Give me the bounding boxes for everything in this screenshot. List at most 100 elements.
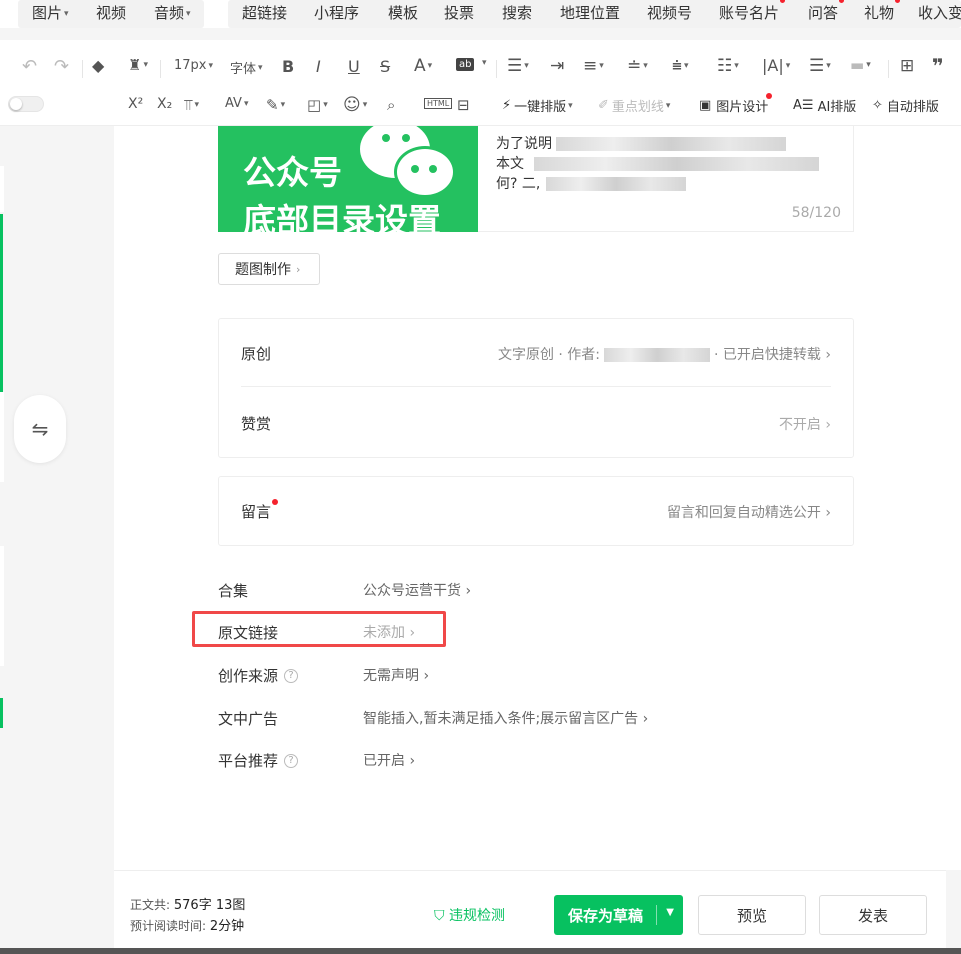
- article-settings-panel: 公众号 底部目录设置 为了说明 本文 何? 二, 58/120 题图制作 › 原创…: [114, 126, 961, 870]
- collection-row[interactable]: 合集 公众号运营干货 ›: [218, 580, 471, 601]
- toolbar-divider: [82, 60, 83, 78]
- one-click-layout-button[interactable]: ⚡ 一键排版 ▾: [502, 96, 573, 115]
- panel-edge: [0, 546, 4, 666]
- menu-income[interactable]: 收入变: [918, 2, 961, 23]
- ai-text-icon: A☰: [793, 98, 814, 113]
- swap-arrows-icon[interactable]: ⇋: [14, 395, 66, 463]
- chevron-right-icon: ›: [296, 262, 301, 276]
- eraser-icon[interactable]: ◆: [92, 56, 104, 75]
- marker-icon: ✐: [598, 98, 609, 113]
- block-icon[interactable]: ▬ ▾: [850, 56, 871, 74]
- center-align-icon[interactable]: ≡ ▾: [583, 56, 604, 76]
- strikethrough-icon[interactable]: S: [380, 57, 390, 76]
- toolbar-toggle-switch[interactable]: [8, 96, 44, 112]
- help-icon[interactable]: ?: [284, 668, 299, 683]
- chevron-right-icon: ›: [825, 346, 831, 363]
- letter-spacing-icon[interactable]: |A| ▾: [762, 56, 790, 75]
- paragraph-spacing-icon[interactable]: ⩧ ▾: [672, 56, 688, 76]
- html-icon[interactable]: HTML: [424, 98, 453, 109]
- key-underline-button[interactable]: ✐ 重点划线 ▾: [598, 96, 670, 115]
- divider: [241, 386, 831, 387]
- redo-icon[interactable]: ↷: [54, 56, 69, 77]
- help-icon[interactable]: ?: [284, 753, 299, 768]
- indent-icon[interactable]: ⇥: [550, 56, 564, 76]
- image-icon: ▣: [699, 98, 712, 113]
- summary-field[interactable]: 为了说明 本文 何? 二, 58/120: [478, 126, 854, 232]
- chevron-right-icon: ›: [820, 504, 831, 521]
- bottom-action-bar: 正文共: 576字 13图 预计阅读时间: 2分钟 ⛉ 违规检测 保存为草稿 ▼…: [114, 870, 946, 948]
- reward-label: 赞赏: [241, 415, 272, 433]
- font-family-select[interactable]: 字体 ▾: [230, 58, 263, 77]
- vertical-align-icon[interactable]: ⫪ ▾: [184, 96, 199, 114]
- menu-video[interactable]: 视频: [96, 2, 126, 23]
- chevron-right-icon: ›: [405, 753, 416, 769]
- font-color-icon[interactable]: A ▾: [414, 56, 432, 76]
- bold-icon[interactable]: B: [282, 57, 294, 76]
- menu-template[interactable]: 模板: [388, 2, 418, 23]
- char-spacing-icon[interactable]: AV ▾: [225, 96, 249, 111]
- auto-layout-button[interactable]: ✧ 自动排版: [872, 96, 939, 115]
- in-article-ad-row[interactable]: 文中广告 智能插入,暂未满足插入条件;展示留言区广告 ›: [218, 708, 648, 729]
- left-panel: ⇋: [0, 126, 114, 954]
- chevron-down-icon: ▾: [186, 8, 191, 19]
- indent-size-icon[interactable]: ☷ ▾: [717, 56, 739, 76]
- undo-icon[interactable]: ↶: [22, 56, 37, 77]
- menu-account-card[interactable]: 账号名片: [719, 0, 786, 23]
- chevron-right-icon: ›: [820, 416, 831, 433]
- chart-icon[interactable]: ◰ ▾: [307, 96, 328, 114]
- italic-icon[interactable]: I: [316, 57, 321, 76]
- original-row[interactable]: 原创 文字原创 · 作者: · 已开启快捷转载 ›: [241, 343, 831, 364]
- platform-recommend-row[interactable]: 平台推荐? 已开启 ›: [218, 750, 415, 771]
- line-height-icon[interactable]: ≐ ▾: [627, 56, 648, 76]
- chevron-down-icon: ▾: [64, 8, 69, 19]
- font-size-select[interactable]: 17px ▾: [174, 58, 213, 73]
- save-draft-button[interactable]: 保存为草稿 ▼: [554, 895, 683, 935]
- collection-label: 合集: [218, 582, 249, 600]
- align-icon[interactable]: ☰ ▾: [507, 56, 529, 76]
- reward-value: 不开启 ›: [778, 416, 831, 433]
- original-label: 原创: [241, 345, 272, 363]
- underline-icon[interactable]: U: [348, 57, 360, 76]
- creation-source-label: 创作来源?: [218, 665, 363, 686]
- menu-miniprogram[interactable]: 小程序: [314, 2, 359, 23]
- quote-icon[interactable]: ❞: [932, 54, 944, 78]
- ai-layout-button[interactable]: A☰ AI排版: [793, 96, 856, 115]
- find-replace-icon[interactable]: ⌕: [387, 96, 395, 114]
- chevron-down-icon[interactable]: ▼: [666, 907, 674, 918]
- publish-button[interactable]: 发表: [819, 895, 927, 935]
- original-value: 文字原创 · 作者: · 已开启快捷转载 ›: [497, 346, 831, 363]
- menu-search[interactable]: 搜索: [502, 2, 532, 23]
- menu-hyperlink[interactable]: 超链接: [242, 2, 287, 23]
- image-design-button[interactable]: ▣ 图片设计: [699, 93, 773, 115]
- magic-wand-icon[interactable]: ✎ ▾: [266, 96, 285, 114]
- reward-row[interactable]: 赞赏 不开启 ›: [241, 413, 831, 434]
- violation-check-button[interactable]: ⛉ 违规检测: [434, 905, 505, 925]
- chevron-right-icon: ›: [638, 711, 649, 727]
- menu-qa[interactable]: 问答: [808, 0, 845, 23]
- emoji-icon[interactable]: ☺ ▾: [343, 95, 367, 115]
- format-brush-icon[interactable]: ♜ ▾: [128, 56, 148, 74]
- menu-gift[interactable]: 礼物: [864, 0, 901, 23]
- menu-image[interactable]: 图片 ▾: [32, 2, 69, 23]
- creation-source-row[interactable]: 创作来源? 无需声明 ›: [218, 665, 429, 686]
- in-article-ad-label: 文中广告: [218, 710, 279, 728]
- chat-bubble-icon: [394, 146, 456, 198]
- preview-button[interactable]: 预览: [698, 895, 806, 935]
- menu-channels[interactable]: 视频号: [647, 2, 692, 23]
- comment-row[interactable]: 留言 留言和回复自动精选公开 ›: [241, 499, 831, 522]
- cover-image[interactable]: 公众号 底部目录设置: [218, 126, 478, 232]
- make-cover-button[interactable]: 题图制作 ›: [218, 253, 320, 285]
- list-icon[interactable]: ☰ ▾: [809, 56, 831, 76]
- active-indicator: [0, 214, 3, 392]
- chevron-down-icon[interactable]: ▾: [480, 58, 487, 68]
- comment-card: 留言 留言和回复自动精选公开 ›: [218, 476, 854, 546]
- highlight-color-icon[interactable]: ab: [456, 58, 475, 71]
- subscript-icon[interactable]: X₂: [157, 96, 172, 112]
- toolbar-divider: [496, 60, 497, 78]
- superscript-icon[interactable]: X²: [128, 96, 143, 112]
- menu-location[interactable]: 地理位置: [560, 2, 620, 23]
- menu-vote[interactable]: 投票: [444, 2, 474, 23]
- menu-audio[interactable]: 音频 ▾: [154, 2, 191, 23]
- table-icon[interactable]: ⊞: [900, 56, 914, 76]
- toolbox-icon[interactable]: ⊟: [457, 96, 470, 114]
